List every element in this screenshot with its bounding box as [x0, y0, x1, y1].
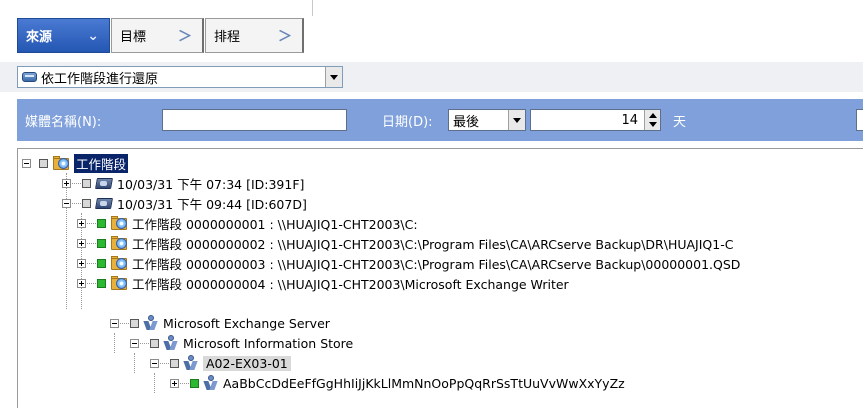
collapse-icon[interactable] [22, 158, 31, 168]
tree-node-root[interactable]: 工作階段 [22, 153, 129, 173]
date-select-value: 最後 [453, 114, 480, 130]
chevron-down-icon [330, 74, 338, 80]
tree-connector [134, 353, 135, 373]
dropdown-button[interactable] [325, 67, 342, 87]
chevron-down-icon [513, 117, 521, 123]
collapse-icon[interactable] [150, 358, 159, 368]
tape-icon [95, 175, 113, 191]
chevron-down-icon: ⌄ [87, 27, 99, 44]
collapse-icon[interactable] [110, 318, 119, 328]
checkbox[interactable] [150, 338, 159, 348]
expand-icon[interactable] [170, 378, 179, 388]
spin-buttons[interactable] [644, 110, 660, 130]
tab-destination[interactable]: 目標 ＞ [111, 18, 204, 53]
tab-destination-label: 目標 [120, 30, 147, 45]
checkbox[interactable] [97, 278, 106, 288]
tree-node-label: AaBbCcDdEeFfGgHhIiJjKkLlMmNnOoPpQqRrSsTt… [223, 375, 625, 391]
checkbox[interactable] [39, 158, 48, 168]
collapse-icon[interactable] [130, 338, 139, 348]
restore-method-select[interactable]: 依工作階段進行還原 [17, 66, 343, 88]
spin-up-icon [649, 113, 657, 118]
tree-node-exchange-server[interactable]: Microsoft Exchange Server [110, 313, 330, 333]
days-value: 14 [621, 112, 638, 128]
tree-node-label: 10/03/31 下午 09:44 [ID:607D] [117, 196, 307, 212]
checkbox[interactable] [130, 318, 139, 328]
tree-node-label: 工作階段 [74, 153, 129, 173]
session-tree[interactable]: 工作階段 10/03/31 下午 07:34 [ID:391F] 10/03/3… [17, 148, 863, 408]
media-name-label: 媒體名稱(N): [25, 115, 102, 130]
session-folder-icon [110, 255, 128, 271]
tree-node-session[interactable]: 工作階段 0000000004 : \\HUAJIQ1-CHT2003\Micr… [77, 273, 569, 293]
expand-icon[interactable] [77, 278, 86, 288]
days-stepper[interactable]: 14 [530, 109, 661, 131]
checkbox[interactable] [82, 178, 91, 188]
tab-source-label: 來源 [26, 30, 53, 45]
tree-node-label: Microsoft Information Store [183, 335, 354, 351]
top-gap [0, 0, 863, 18]
expand-icon[interactable] [77, 218, 86, 228]
media-name-input[interactable] [162, 109, 347, 131]
session-folder-icon [110, 235, 128, 251]
checkbox[interactable] [97, 238, 106, 248]
tab-schedule-label: 排程 [214, 30, 241, 45]
tree-node-session[interactable]: 工作階段 0000000002 : \\HUAJIQ1-CHT2003\C:\P… [77, 233, 733, 253]
tree-node-label: 工作階段 0000000002 : \\HUAJIQ1-CHT2003\C:\P… [132, 236, 734, 252]
dropdown-button[interactable] [508, 110, 525, 130]
tree-node-information-store[interactable]: Microsoft Information Store [130, 333, 353, 353]
tree-node-label: 10/03/31 下午 07:34 [ID:391F] [117, 176, 305, 192]
tree-node-session[interactable]: 工作階段 0000000003 : \\HUAJIQ1-CHT2003\C:\P… [77, 253, 740, 273]
tree-node-mailbox[interactable]: AaBbCcDdEeFfGgHhIiJjKkLlMmNnOoPpQqRrSsTt… [170, 373, 625, 393]
filter-bar: 媒體名稱(N): 日期(D): 最後 14 天 [17, 99, 863, 141]
filter-button-edge[interactable] [856, 109, 863, 131]
exchange-icon [163, 335, 179, 351]
checkbox[interactable] [170, 358, 179, 368]
tree-node-label: Microsoft Exchange Server [163, 315, 330, 331]
chevron-right-icon: ＞ [278, 28, 292, 45]
tree-node-label: A02-EX03-01 [203, 355, 291, 371]
tree-node-label: 工作階段 0000000003 : \\HUAJIQ1-CHT2003\C:\P… [132, 256, 741, 272]
collapse-icon[interactable] [62, 198, 71, 208]
tree-node-tape[interactable]: 10/03/31 下午 07:34 [ID:391F] [62, 173, 304, 193]
spin-down-icon [649, 122, 657, 127]
exchange-icon [203, 375, 219, 391]
tree-connector [154, 373, 155, 393]
tree-node-session[interactable]: 工作階段 0000000001 : \\HUAJIQ1-CHT2003\C: [77, 213, 418, 233]
session-folder-icon [52, 155, 70, 171]
checkbox[interactable] [97, 218, 106, 228]
date-label: 日期(D): [382, 115, 433, 130]
chevron-right-icon: ＞ [178, 28, 192, 45]
checkbox[interactable] [97, 258, 106, 268]
checkbox[interactable] [190, 378, 199, 388]
expand-icon[interactable] [62, 178, 71, 188]
disk-icon [22, 70, 38, 84]
tree-node-storage-group[interactable]: A02-EX03-01 [150, 353, 291, 373]
checkbox[interactable] [82, 198, 91, 208]
tape-icon [95, 195, 113, 211]
exchange-icon [143, 315, 159, 331]
exchange-icon [183, 355, 199, 371]
expand-icon[interactable] [77, 258, 86, 268]
session-folder-icon [110, 275, 128, 291]
date-select[interactable]: 最後 [448, 109, 526, 131]
tab-schedule[interactable]: 排程 ＞ [205, 18, 304, 53]
tree-connector [114, 333, 115, 353]
restore-method-value: 依工作階段進行還原 [41, 71, 159, 87]
expand-icon[interactable] [77, 238, 86, 248]
days-unit-label: 天 [673, 115, 687, 130]
tree-node-label: 工作階段 0000000001 : \\HUAJIQ1-CHT2003\C: [132, 216, 418, 232]
tab-source[interactable]: 來源 ⌄ [17, 18, 110, 53]
session-folder-icon [110, 215, 128, 231]
tree-node-label: 工作階段 0000000004 : \\HUAJIQ1-CHT2003\Micr… [132, 276, 569, 292]
tree-node-tape[interactable]: 10/03/31 下午 09:44 [ID:607D] [62, 193, 307, 213]
top-divider [312, 0, 313, 16]
